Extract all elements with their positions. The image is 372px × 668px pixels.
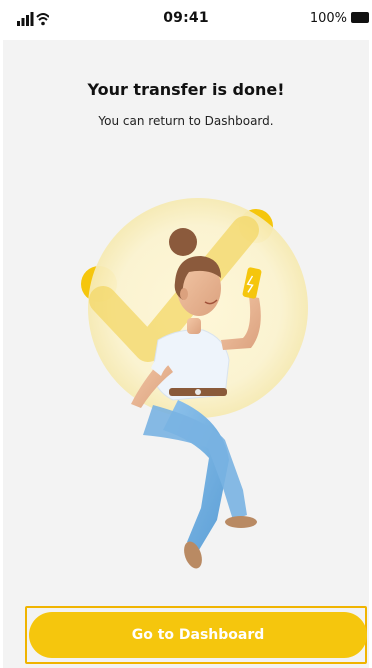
success-illustration (81, 198, 308, 569)
battery-icon (351, 12, 369, 23)
battery-percentage: 100% (309, 11, 347, 26)
phone-screen: 09:41 100% Your transfer is done! You ca… (3, 0, 369, 668)
status-bar: 09:41 100% (3, 0, 369, 40)
page-subtitle: You can return to Dashboard. (98, 114, 274, 128)
page-title: Your transfer is done! (87, 80, 285, 99)
hair-bun (169, 228, 197, 256)
go-to-dashboard-button[interactable]: Go to Dashboard (29, 612, 367, 658)
